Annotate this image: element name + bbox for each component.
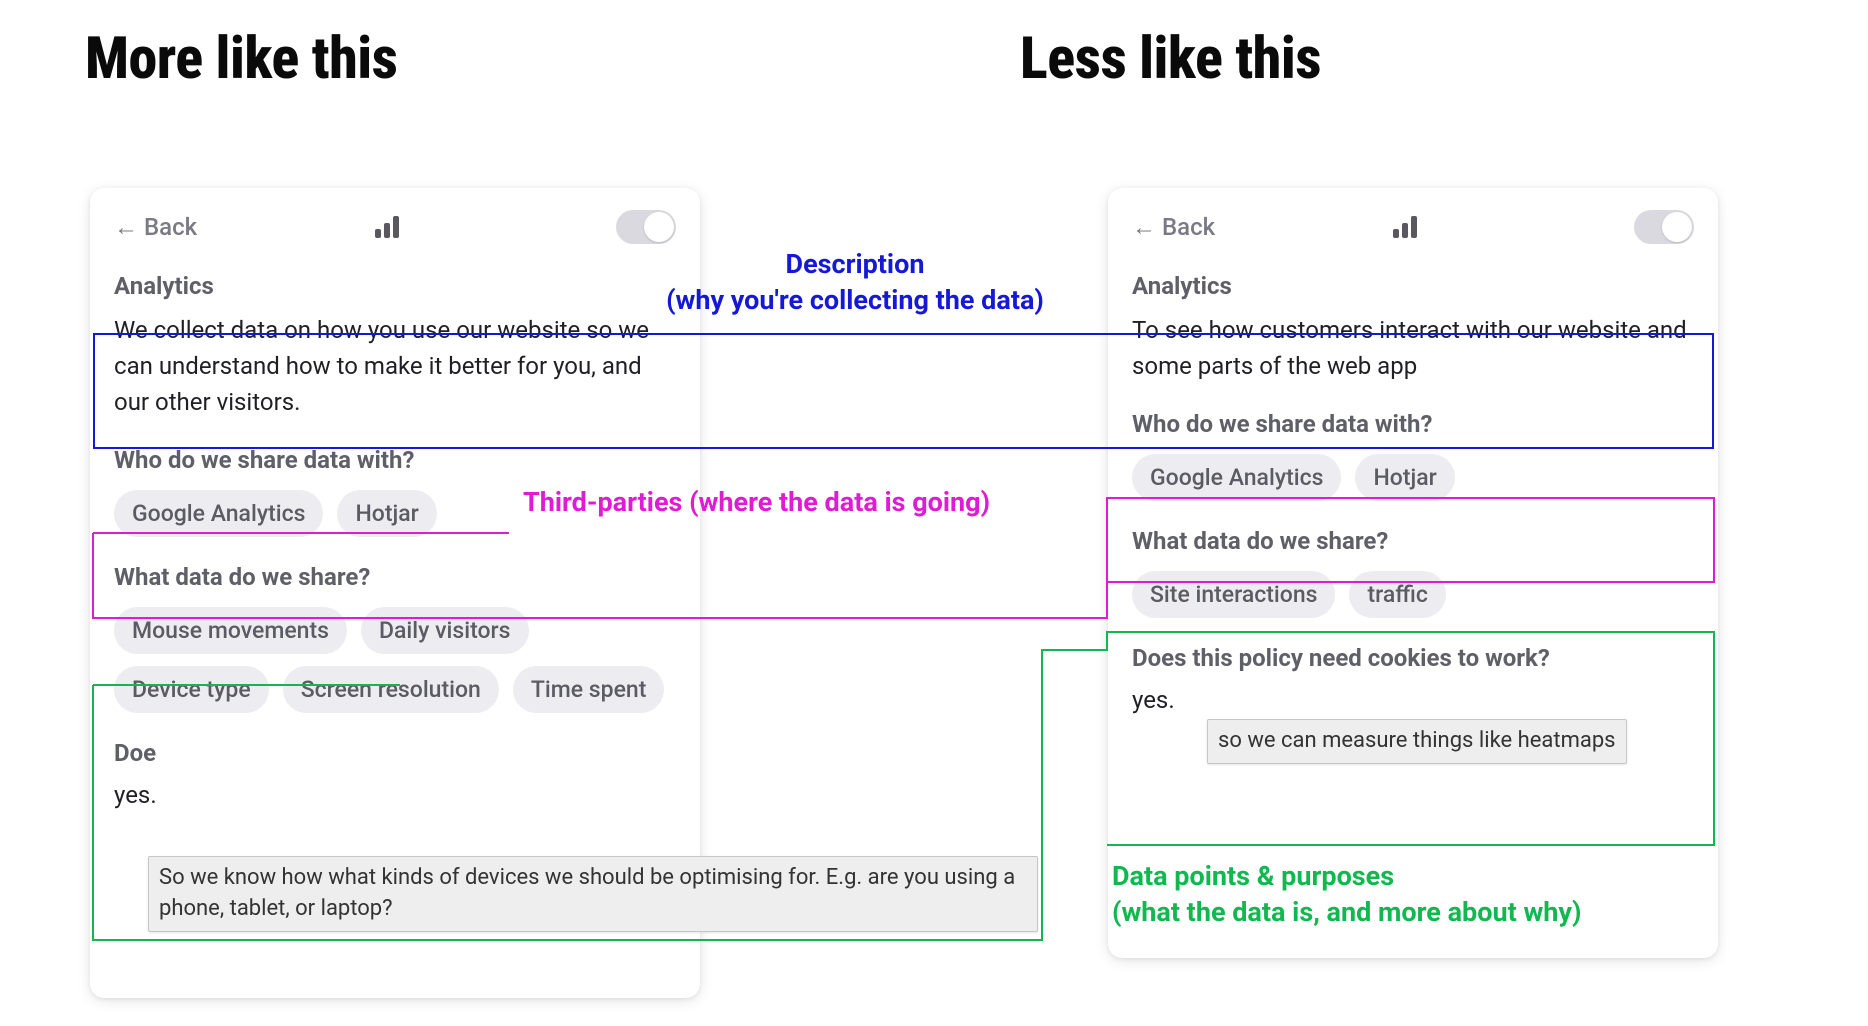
arrow-left-icon: ← bbox=[114, 213, 138, 242]
page: More like this Less like this ← Back Ana… bbox=[0, 0, 1868, 1026]
card-title: Analytics bbox=[1132, 272, 1694, 300]
back-label: Back bbox=[1162, 213, 1215, 241]
back-button[interactable]: ← Back bbox=[114, 213, 197, 242]
back-button[interactable]: ← Back bbox=[1132, 213, 1215, 242]
data-heading: What data do we share? bbox=[114, 563, 676, 591]
pill-item[interactable]: Google Analytics bbox=[1132, 454, 1341, 501]
back-label: Back bbox=[144, 213, 197, 241]
card-title: Analytics bbox=[114, 272, 676, 300]
pill-item[interactable]: Mouse movements bbox=[114, 607, 347, 654]
cookie-answer: yes. bbox=[114, 781, 676, 809]
heading-more-like-this: More like this bbox=[85, 25, 397, 93]
cookie-question: Does this policy need cookies to work? bbox=[1132, 644, 1694, 672]
toggle-knob bbox=[1662, 212, 1692, 242]
annotation-description: Description(why you're collecting the da… bbox=[655, 246, 1055, 319]
toggle-knob bbox=[644, 212, 674, 242]
pill-item[interactable]: Site interactions bbox=[1132, 571, 1335, 618]
card-less-like-this: ← Back Analytics To see how customers in… bbox=[1108, 188, 1718, 958]
heading-less-like-this: Less like this bbox=[1020, 25, 1321, 93]
cookie-answer: yes. bbox=[1132, 686, 1694, 714]
pill-item[interactable]: Hotjar bbox=[1355, 454, 1454, 501]
data-pills: Site interactions traffic bbox=[1132, 571, 1694, 618]
pill-item[interactable]: Screen resolution bbox=[283, 666, 499, 713]
annotation-data-points: Data points & purposes(what the data is,… bbox=[1112, 858, 1702, 931]
card-header: ← Back bbox=[114, 210, 676, 244]
tooltip-device-type: So we know how what kinds of devices we … bbox=[148, 856, 1038, 932]
pill-item[interactable]: Google Analytics bbox=[114, 490, 323, 537]
cookie-question: Doe bbox=[114, 739, 676, 767]
description-text: We collect data on how you use our websi… bbox=[114, 312, 676, 420]
pill-item[interactable]: Daily visitors bbox=[361, 607, 529, 654]
arrow-left-icon: ← bbox=[1132, 213, 1156, 242]
share-pills: Google Analytics Hotjar bbox=[1132, 454, 1694, 501]
toggle-switch[interactable] bbox=[616, 210, 676, 244]
data-pills: Mouse movements Daily visitors Device ty… bbox=[114, 607, 676, 713]
pill-item[interactable]: Time spent bbox=[513, 666, 665, 713]
card-header: ← Back bbox=[1132, 210, 1694, 244]
share-heading: Who do we share data with? bbox=[114, 446, 676, 474]
tooltip-heatmaps: so we can measure things like heatmaps bbox=[1207, 719, 1627, 764]
pill-item[interactable]: Hotjar bbox=[337, 490, 436, 537]
analytics-icon bbox=[375, 216, 399, 238]
description-text: To see how customers interact with our w… bbox=[1132, 312, 1694, 384]
toggle-switch[interactable] bbox=[1634, 210, 1694, 244]
data-heading: What data do we share? bbox=[1132, 527, 1694, 555]
pill-item[interactable]: traffic bbox=[1349, 571, 1445, 618]
share-heading: Who do we share data with? bbox=[1132, 410, 1694, 438]
pill-item[interactable]: Device type bbox=[114, 666, 269, 713]
annotation-third-parties: Third-parties (where the data is going) bbox=[523, 484, 1063, 520]
analytics-icon bbox=[1393, 216, 1417, 238]
